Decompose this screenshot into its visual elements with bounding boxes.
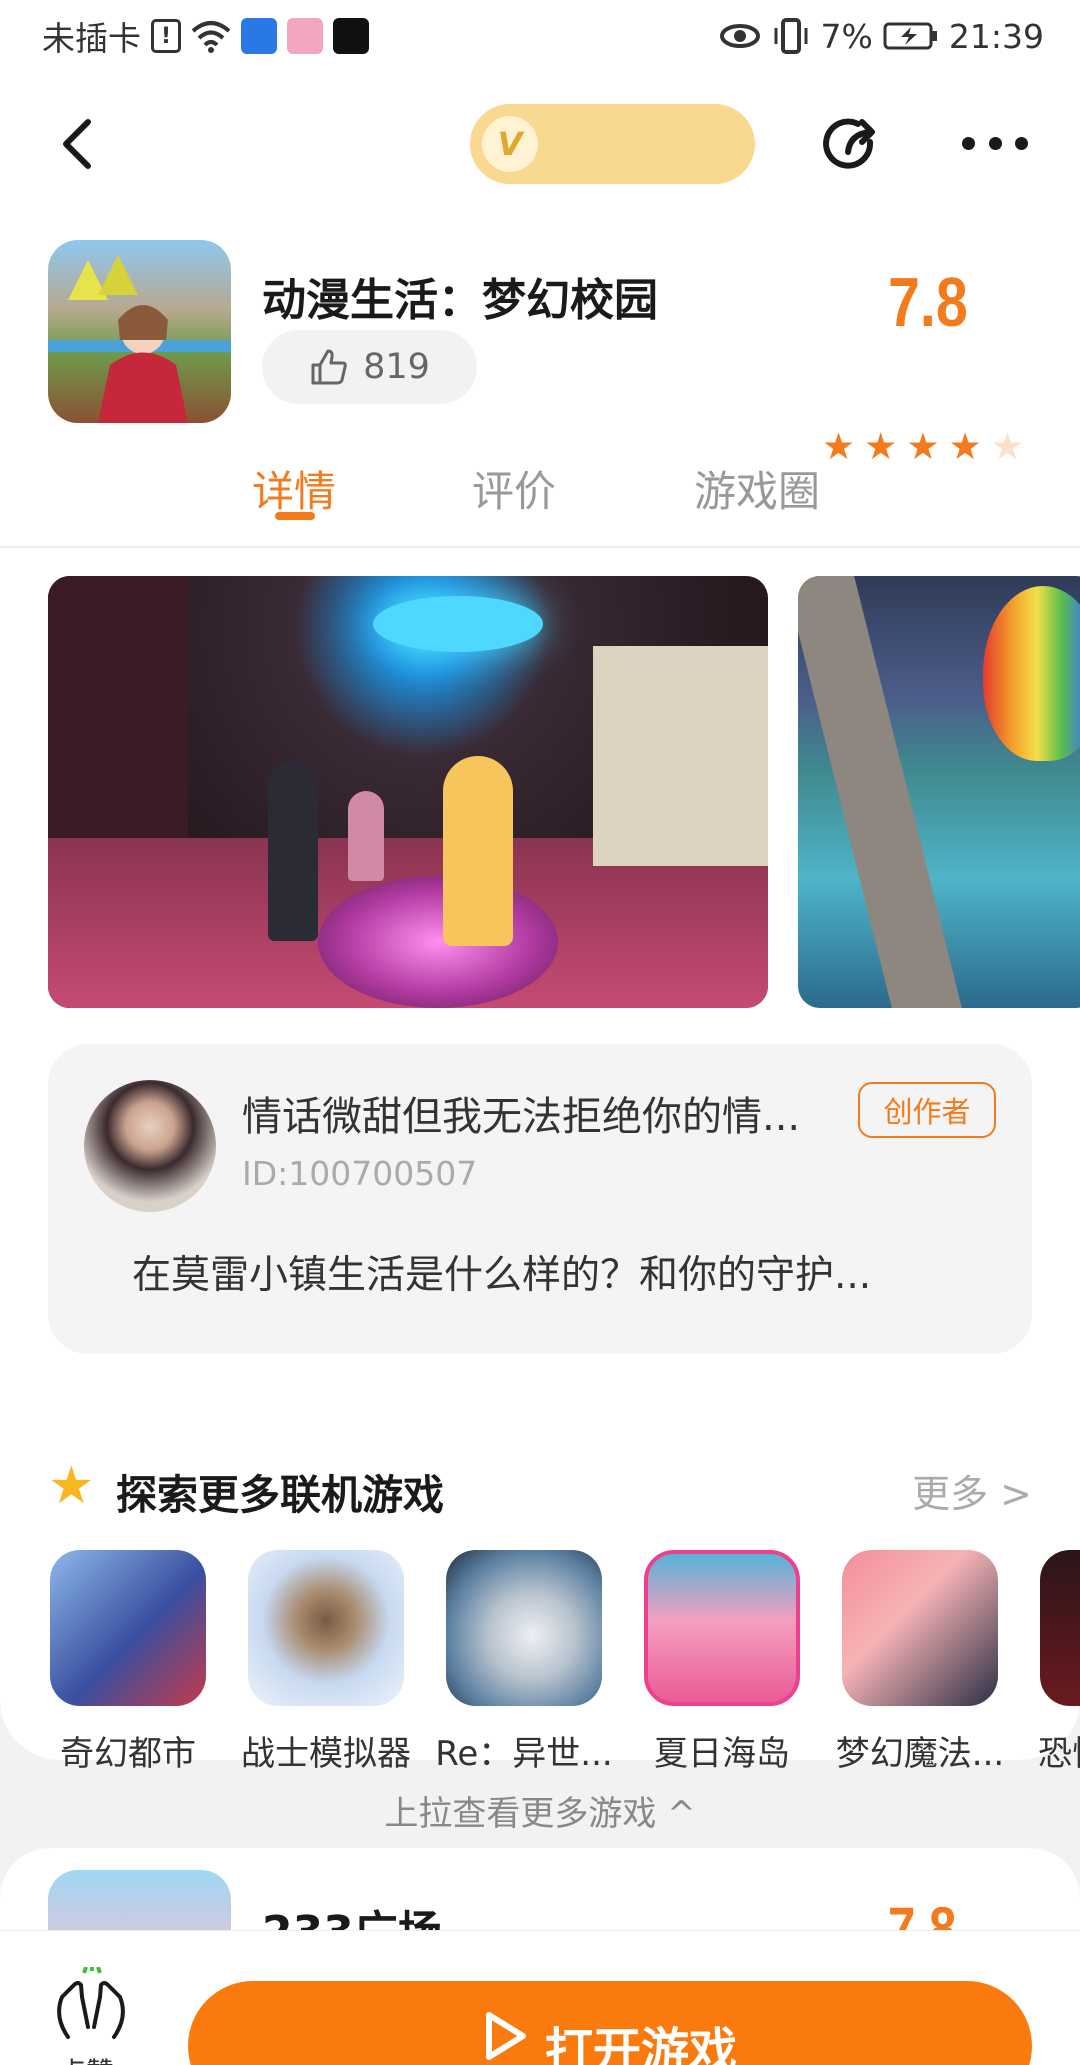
clock: 21:39: [948, 16, 1044, 56]
open-game-button[interactable]: 打开游戏: [188, 1981, 1032, 2065]
screenshot-image[interactable]: [798, 576, 1080, 1008]
game-list-item[interactable]: Re：异世...: [435, 1550, 613, 1775]
tab-game-circle[interactable]: 游戏圈: [694, 458, 820, 519]
like-count: 819: [363, 347, 430, 387]
game-thumbnail: [644, 1550, 800, 1706]
game-thumbnail: [50, 1550, 206, 1706]
clap-label[interactable]: 点赞: [58, 2051, 114, 2065]
tab-reviews[interactable]: 评价: [472, 458, 556, 519]
tab-details[interactable]: 详情: [252, 458, 336, 519]
bottom-action-bar: 点赞 打开游戏: [0, 1930, 1080, 2065]
active-tab-indicator: [275, 512, 315, 520]
game-name: 战士模拟器: [241, 1734, 411, 1774]
game-list-item[interactable]: 梦幻魔法...: [836, 1550, 1004, 1775]
carrier-text: 未插卡: [42, 19, 141, 58]
vip-button[interactable]: V: [470, 104, 755, 184]
pull-up-hint[interactable]: 上拉查看更多游戏 ^: [0, 1786, 1080, 1835]
more-games-header: ★ 探索更多联机游戏 更多 >: [48, 1456, 1032, 1519]
app-notification-icon: [241, 18, 277, 54]
more-options-icon[interactable]: [962, 132, 1028, 154]
game-name: 梦幻魔法...: [835, 1734, 1005, 1774]
star-icon: ★: [48, 1456, 95, 1516]
status-bar: 未插卡 ! 7% 21:39: [0, 0, 1080, 72]
game-name: Re：异世...: [435, 1734, 613, 1774]
status-right: 7% 21:39: [719, 17, 1044, 56]
game-list-item[interactable]: 夏日海岛: [642, 1550, 802, 1775]
screenshot-image[interactable]: [48, 576, 768, 1008]
thumbs-up-icon: [311, 349, 347, 385]
game-thumbnail: [1040, 1550, 1080, 1706]
status-left: 未插卡 !: [42, 12, 369, 60]
vibrate-icon: [774, 18, 808, 54]
top-nav: V: [0, 72, 1080, 217]
detail-tabs: 详情 评价 游戏圈: [0, 450, 1080, 548]
game-icon: [48, 240, 231, 423]
back-icon[interactable]: [52, 116, 108, 172]
clap-hands-icon[interactable]: [48, 1967, 134, 2039]
game-list-item[interactable]: 恐怖: [1038, 1550, 1080, 1775]
game-name: 奇幻都市: [60, 1734, 196, 1774]
wifi-icon: [191, 21, 231, 53]
creator-card[interactable]: 情话微甜但我无法拒绝你的情... 创作者 ID:100700507 在莫雷小镇生…: [48, 1044, 1032, 1354]
game-detail-card: V 动漫生活：梦幻校园 819 7.8 ★ ★ ★ ★ ★ 详情 评价 游戏圈 …: [0, 72, 1080, 1774]
sim-alert-icon: !: [151, 19, 181, 53]
vip-coin-icon: V: [482, 116, 538, 172]
section-title: 探索更多联机游戏: [116, 1471, 444, 1519]
like-button[interactable]: 819: [262, 330, 477, 404]
game-thumbnail: [446, 1550, 602, 1706]
battery-percent: 7%: [820, 16, 873, 56]
game-list-item[interactable]: 奇幻都市: [48, 1550, 208, 1775]
game-thumbnail: [248, 1550, 404, 1706]
game-score: 7.8: [888, 263, 968, 341]
app-notification-icon: [287, 18, 323, 54]
battery-charging-icon: [883, 22, 937, 50]
avatar[interactable]: [84, 1080, 216, 1212]
share-icon[interactable]: [818, 112, 886, 180]
game-thumbnail: [842, 1550, 998, 1706]
open-game-label: 打开游戏: [544, 2023, 737, 2065]
eye-icon: [719, 24, 760, 48]
creator-name: 情话微甜但我无法拒绝你的情...: [242, 1094, 801, 1140]
play-icon: [485, 2012, 526, 2060]
tiktok-icon: [333, 18, 369, 54]
game-name: 夏日海岛: [654, 1734, 790, 1774]
game-list-item[interactable]: 战士模拟器: [241, 1550, 411, 1775]
creator-id: ID:100700507: [242, 1154, 478, 1193]
creator-badge: 创作者: [858, 1082, 996, 1138]
game-name: 恐怖: [1038, 1734, 1080, 1774]
game-title: 动漫生活：梦幻校园: [262, 275, 658, 326]
more-link[interactable]: 更多 >: [912, 1463, 1032, 1518]
more-games-list: 奇幻都市 战士模拟器 Re：异世... 夏日海岛 梦幻魔法... 恐怖: [48, 1550, 1080, 1780]
game-description[interactable]: 在莫雷小镇生活是什么样的？和你的守护...: [132, 1244, 871, 1300]
